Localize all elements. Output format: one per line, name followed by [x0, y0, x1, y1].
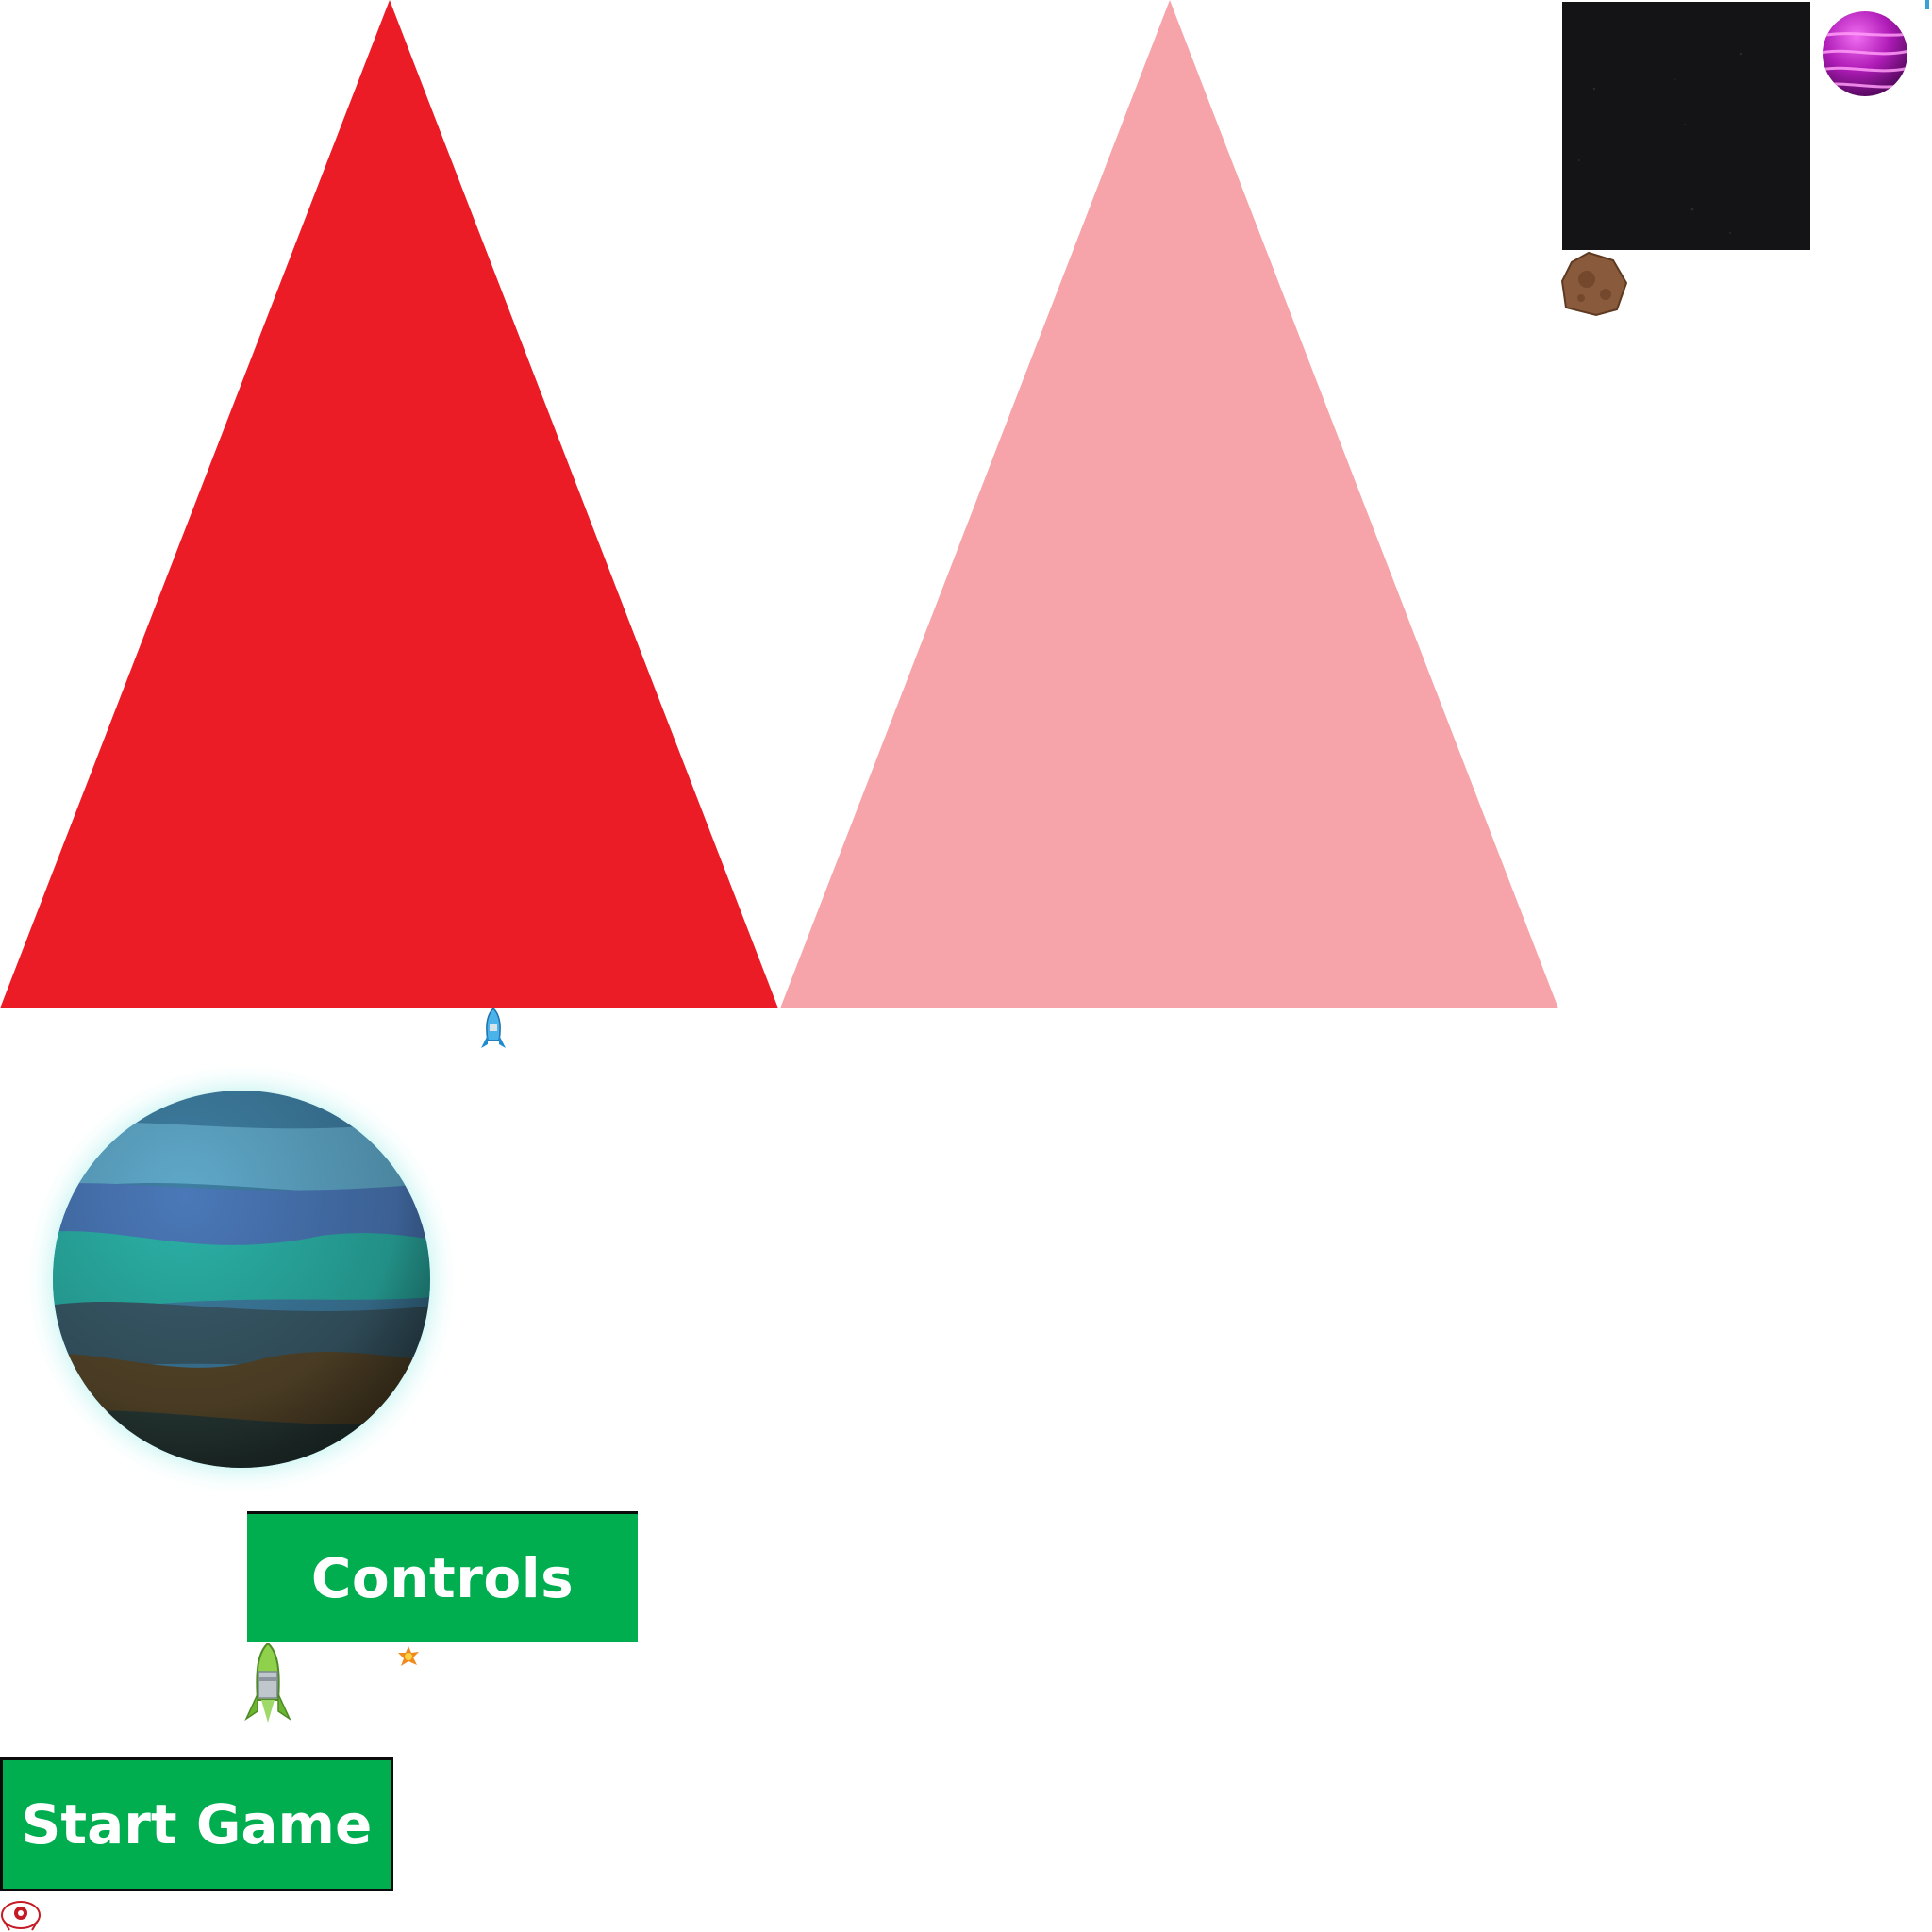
start-game-button-label: Start Game	[21, 1792, 373, 1857]
controls-button[interactable]: Controls	[247, 1511, 638, 1642]
explosion-icon	[398, 1646, 419, 1666]
asteroid-icon	[1560, 251, 1628, 317]
ufo-ship-icon	[1, 1901, 41, 1931]
purple-planet-icon	[1823, 11, 1907, 96]
game-canvas: Controls Start Game	[0, 0, 1932, 1932]
pink-triangle-sprite	[780, 0, 1558, 1008]
start-game-button[interactable]: Start Game	[0, 1757, 393, 1891]
earth-planet-icon	[23, 1060, 460, 1498]
green-rocket-icon	[244, 1643, 291, 1723]
blue-rocket-icon	[481, 1008, 506, 1048]
starfield-tile	[1562, 2, 1810, 250]
small-marker-icon	[1925, 0, 1929, 9]
red-triangle-sprite	[0, 0, 778, 1008]
controls-button-label: Controls	[310, 1546, 575, 1610]
